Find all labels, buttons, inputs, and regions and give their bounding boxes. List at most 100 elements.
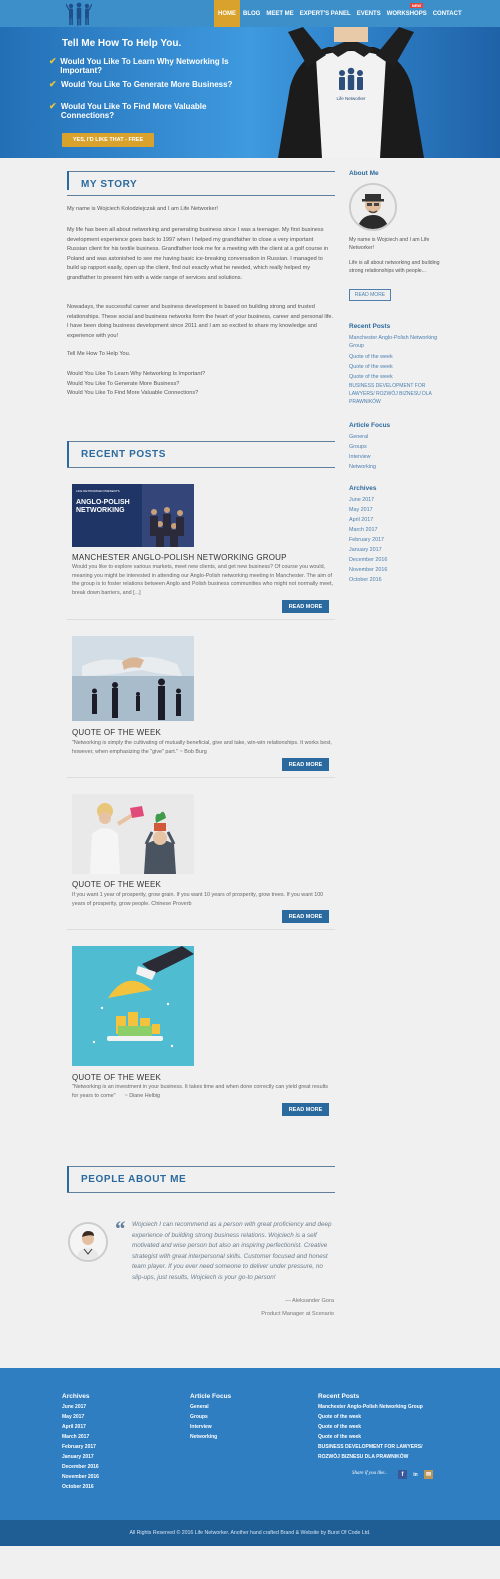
- section-rule: [67, 195, 335, 196]
- hero-cta-button[interactable]: YES, I'D LIKE THAT - FREE: [62, 133, 154, 147]
- footer-recent-link[interactable]: Quote of the week: [318, 1432, 468, 1442]
- footer-archive-link[interactable]: December 2016: [62, 1462, 212, 1472]
- sidebar-focus-link[interactable]: General: [349, 432, 449, 442]
- read-more-button[interactable]: READ MORE: [282, 910, 329, 923]
- hero-point-text: Would You Like To Find More Valuable Con…: [60, 102, 207, 120]
- facebook-icon[interactable]: f: [398, 1470, 407, 1479]
- story-paragraph: My life has been all about networking an…: [67, 227, 329, 281]
- people-about-me-title: PEOPLE ABOUT ME: [81, 1174, 187, 1185]
- post-separator: [67, 777, 335, 778]
- check-icon: ✔: [49, 101, 57, 111]
- sidebar-focus-link[interactable]: Groups: [349, 442, 449, 452]
- section-rule: [67, 467, 335, 468]
- top-nav: HOME BLOG MEET ME EXPERT'S PANEL EVENTS …: [0, 0, 500, 27]
- story-paragraph: Tell Me How To Help You.: [67, 351, 131, 357]
- section-rule: [67, 1192, 335, 1193]
- sidebar-archive-link[interactable]: October 2016: [349, 575, 449, 585]
- read-more-button[interactable]: READ MORE: [282, 1103, 329, 1116]
- story-paragraph: Nowadays, the successful career and busi…: [67, 304, 334, 339]
- sidebar-archive-link[interactable]: February 2017: [349, 535, 449, 545]
- testimonial-role: Product Manager at Scenario: [261, 1311, 334, 1317]
- post-excerpt: "Networking is simply the cultivating of…: [72, 740, 332, 755]
- nav-experts-panel[interactable]: EXPERT'S PANEL: [297, 0, 354, 27]
- sidebar-recent-link[interactable]: BUSINESS DEVELOPMENT FOR LAWYERS/ ROZWÓJ…: [349, 382, 449, 406]
- footer-archive-link[interactable]: November 2016: [62, 1472, 212, 1482]
- post-thumbnail[interactable]: LIFE NETWORKER PRESENTS ANGLO-POLISH NET…: [72, 484, 194, 547]
- share-label: Share if you like..: [352, 1471, 387, 1476]
- hero-point: ✔ Would You Like To Learn Why Networking …: [49, 57, 259, 76]
- email-icon[interactable]: ✉: [424, 1470, 433, 1479]
- sidebar-about-title: About Me: [349, 170, 379, 177]
- sidebar-archive-link[interactable]: May 2017: [349, 505, 449, 515]
- nav-home[interactable]: HOME: [214, 0, 240, 27]
- handshake-image: [72, 636, 194, 721]
- story-paragraph: Would You Like To Learn Why Networking I…: [67, 371, 206, 397]
- sidebar-archive-link[interactable]: December 2016: [349, 555, 449, 565]
- hero-title: Tell Me How To Help You.: [62, 38, 182, 49]
- main-menu: HOME BLOG MEET ME EXPERT'S PANEL EVENTS …: [214, 0, 465, 27]
- section-bar: [67, 171, 69, 190]
- nav-meet-me[interactable]: MEET ME: [263, 0, 296, 27]
- sidebar-archive-link[interactable]: June 2017: [349, 495, 449, 505]
- footer-archive-link[interactable]: January 2017: [62, 1452, 212, 1462]
- my-story-title: MY STORY: [81, 179, 138, 190]
- post-title[interactable]: QUOTE OF THE WEEK: [72, 728, 161, 737]
- author-portrait: [351, 185, 395, 229]
- sidebar-read-more-button[interactable]: READ MORE: [349, 289, 391, 301]
- footer-recent-link[interactable]: Quote of the week: [318, 1422, 468, 1432]
- footer-focus-title: Article Focus: [190, 1393, 232, 1400]
- nav-blog[interactable]: BLOG: [240, 0, 263, 27]
- quote-mark-icon: “: [114, 1216, 125, 1241]
- section-rule: [67, 1166, 335, 1167]
- sidebar-focus-link[interactable]: Networking: [349, 462, 449, 472]
- copyright-text: All Rights Reserved © 2016 Life Networke…: [129, 1530, 371, 1536]
- testimonial-quote: Wojciech I can recommend as a person wit…: [132, 1221, 332, 1281]
- copyright-bar: All Rights Reserved © 2016 Life Networke…: [0, 1520, 500, 1546]
- author-avatar: [349, 183, 397, 231]
- sidebar-focus-link[interactable]: Interview: [349, 452, 449, 462]
- footer-recent-link[interactable]: BUSINESS DEVELOPMENT FOR LAWYERS/ ROZWÓJ…: [318, 1442, 436, 1462]
- sidebar-recent-link[interactable]: Manchester Anglo-Polish Networking Group: [349, 334, 449, 350]
- life-networker-logo[interactable]: [66, 1, 92, 26]
- linkedin-icon[interactable]: in: [411, 1470, 420, 1479]
- post-title[interactable]: QUOTE OF THE WEEK: [72, 880, 161, 889]
- sidebar-archive-link[interactable]: January 2017: [349, 545, 449, 555]
- nav-workshops[interactable]: WORKSHOPS NEW: [384, 0, 430, 27]
- read-more-button[interactable]: READ MORE: [282, 600, 329, 613]
- post-thumbnail[interactable]: [72, 636, 194, 721]
- post-excerpt: Would you like to explore various market…: [72, 564, 333, 596]
- footer-archives-title: Archives: [62, 1393, 90, 1400]
- hero-point-text: Would You Like To Generate More Business…: [61, 80, 233, 89]
- person-portrait: [70, 1224, 106, 1260]
- post-excerpt: "Networking is an investment in your bus…: [72, 1084, 330, 1099]
- post-separator: [67, 929, 335, 930]
- recent-posts-title: RECENT POSTS: [81, 449, 166, 460]
- sidebar-about-name: My name is Wojciech and I am Life Networ…: [349, 237, 430, 251]
- hero-man-image: Life Networker: [278, 27, 424, 158]
- footer-recent-link[interactable]: Manchester Anglo-Polish Networking Group: [318, 1402, 448, 1412]
- check-icon: ✔: [49, 79, 57, 89]
- footer-recent-link[interactable]: Quote of the week: [318, 1412, 468, 1422]
- watering-plant-image: [72, 794, 194, 874]
- sidebar-archive-link[interactable]: March 2017: [349, 525, 449, 535]
- footer-recent-title: Recent Posts: [318, 1393, 360, 1400]
- post-thumbnail[interactable]: [72, 794, 194, 874]
- section-rule: [67, 171, 335, 172]
- post-thumbnail[interactable]: [72, 946, 194, 1066]
- post-excerpt: If you want 1 year of prosperity, grow g…: [72, 892, 324, 907]
- post-title[interactable]: MANCHESTER ANGLO-POLISH NETWORKING GROUP: [72, 553, 287, 562]
- flyer-small-text: LIFE NETWORKER PRESENTS: [76, 489, 120, 493]
- post-title[interactable]: QUOTE OF THE WEEK: [72, 1073, 161, 1082]
- nav-contact[interactable]: CONTACT: [430, 0, 465, 27]
- new-badge: NEW: [409, 3, 424, 8]
- read-more-button[interactable]: READ MORE: [282, 758, 329, 771]
- sidebar-recent-link[interactable]: Quote of the week: [349, 362, 449, 372]
- sidebar-recent-link[interactable]: Quote of the week: [349, 352, 449, 362]
- sidebar-archive-link[interactable]: April 2017: [349, 515, 449, 525]
- sidebar-recent-link[interactable]: Quote of the week: [349, 372, 449, 382]
- footer-archive-link[interactable]: February 2017: [62, 1442, 212, 1452]
- hero-point-text: Would You Like To Learn Why Networking I…: [60, 57, 229, 75]
- sidebar-archive-link[interactable]: November 2016: [349, 565, 449, 575]
- footer-archive-link[interactable]: October 2016: [62, 1482, 212, 1492]
- nav-events[interactable]: EVENTS: [354, 0, 384, 27]
